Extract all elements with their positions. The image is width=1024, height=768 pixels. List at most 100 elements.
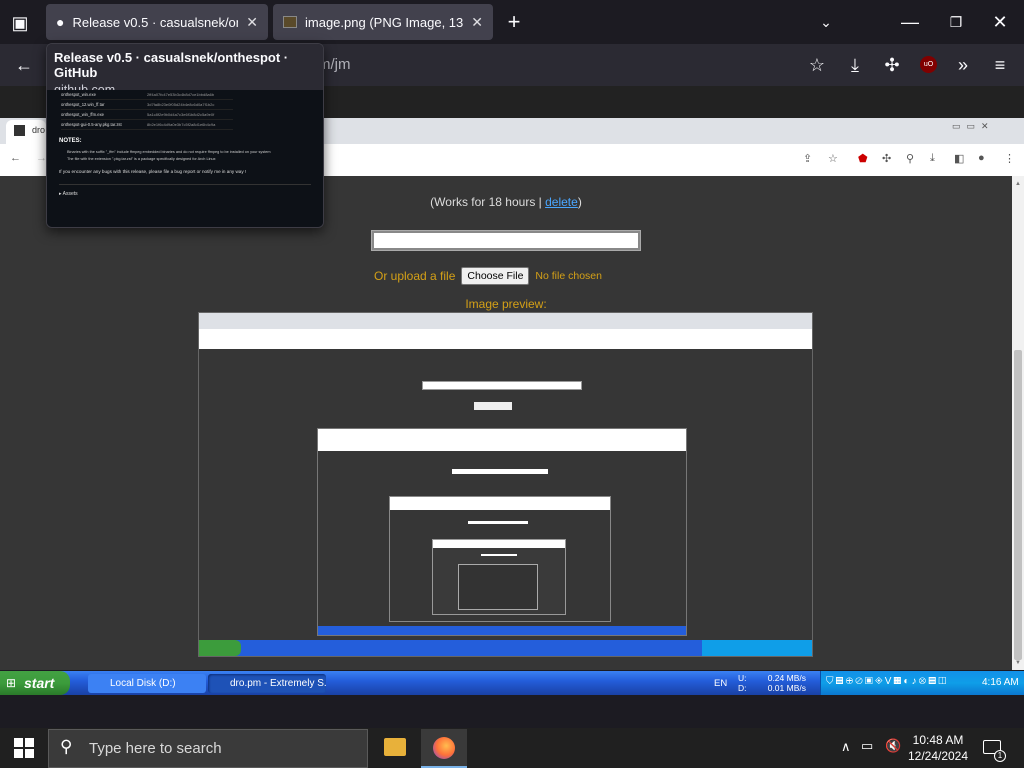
- volume-muted-icon[interactable]: 🔇: [885, 738, 901, 754]
- image-favicon-icon: [283, 16, 297, 28]
- firefox-icon: [433, 737, 455, 759]
- scroll-down-arrow-icon: ▼: [1015, 660, 1021, 666]
- preview-tabstrip: [199, 313, 812, 329]
- tab-hover-tooltip: Release v0.5 · casualsnek/onthespot · Gi…: [46, 43, 324, 228]
- url-textbox: [371, 230, 641, 251]
- assets-heading: ▸ Assets: [59, 184, 311, 197]
- file-name: onthespot_win.exe: [61, 92, 96, 97]
- windows-flag-icon: ⊞: [6, 676, 17, 690]
- windows-start-icon[interactable]: [14, 738, 34, 758]
- close-window-icon[interactable]: ✕: [988, 10, 1012, 34]
- preview-tray: [702, 640, 812, 656]
- file-hash: 2ff4a07fc47e53b3c4b8d7ce1bbd8a6b: [147, 92, 215, 97]
- new-tab-icon[interactable]: +: [502, 10, 526, 34]
- page-scroll-thumb: [1014, 350, 1022, 660]
- file-row: onthespot_win_ffm.exe 5a1c8f2e9b0d4a7c3e6…: [61, 110, 233, 120]
- xp-tray-icons: ⛉▤⊕⊘▣◈V▦◐♪⊗▤◫: [826, 676, 949, 687]
- file-name: onthespot-gui-0.5-any.pkg.tar.zst: [61, 122, 122, 127]
- close-tab-icon[interactable]: ✕: [471, 14, 483, 31]
- note-item: Binaries with the suffix "_ffm" include …: [67, 150, 271, 154]
- restore-icon[interactable]: ❐: [944, 10, 968, 34]
- image-preview-label: Image preview:: [465, 297, 547, 311]
- search-icon: ⚲: [60, 737, 73, 756]
- extensions-icon[interactable]: ✣: [880, 53, 904, 77]
- downloads-icon[interactable]: ⤓: [843, 53, 867, 77]
- up-rate: 0.24 MB/s: [767, 673, 806, 683]
- chrome-window-controls: ▭▭✕: [952, 121, 995, 131]
- preview-textbox: [468, 521, 528, 524]
- taskbar-clock[interactable]: 10:48 AM 12/24/2024: [904, 732, 972, 764]
- preview-textbox: [481, 554, 517, 556]
- chrome-share-icon: ⇪: [803, 153, 813, 165]
- tab-image-png[interactable]: image.png (PNG Image, 1366 × 768 pixels)…: [273, 4, 493, 40]
- expiry-suffix: ): [577, 195, 582, 209]
- minimize-icon[interactable]: —: [898, 10, 922, 34]
- preview-taskbar: [318, 626, 686, 635]
- choose-file-button: Choose File: [461, 267, 530, 285]
- chrome-extensions-icon: ✣: [882, 153, 892, 165]
- back-arrow-icon[interactable]: ←: [12, 53, 36, 77]
- preview-toolbar: [390, 497, 610, 510]
- assets-label: Assets: [62, 191, 78, 197]
- page-heading-partial: [450, 160, 550, 182]
- tab-overview-icon[interactable]: ▣: [8, 11, 32, 35]
- network-icon[interactable]: ▭: [861, 738, 873, 754]
- preview-textbox: [452, 469, 548, 474]
- xp-net-rates: 0.24 MB/s 0.01 MB/s: [766, 673, 806, 693]
- upload-label: Or upload a file: [374, 269, 456, 283]
- tab-list-chevron-down-icon[interactable]: ⌄: [814, 10, 838, 34]
- clock-date: 12/24/2024: [907, 749, 969, 763]
- scroll-up-arrow-icon: ▲: [1015, 181, 1021, 187]
- close-tab-icon[interactable]: ✕: [246, 14, 258, 31]
- firefox-taskbar-button[interactable]: [421, 729, 467, 768]
- file-explorer-icon[interactable]: [384, 738, 406, 756]
- preview-start-button: [199, 640, 241, 656]
- chrome-sidepanel-icon: ◧: [954, 153, 965, 165]
- taskbar-search-box[interactable]: Type here to search: [48, 729, 368, 768]
- tab-title: image.png (PNG Image, 1366 × 768 pixels): [305, 14, 464, 30]
- tooltip-preview: onthespot_win.exe 2ff4a07fc47e53b3c4b8d7c…: [47, 90, 323, 227]
- file-row: onthespot_win.exe 2ff4a07fc47e53b3c4b8d7c…: [61, 90, 233, 100]
- tooltip-header: Release v0.5 · casualsnek/onthespot · Gi…: [47, 44, 323, 97]
- file-row: onthespot_12.win_ff.tar 3d7fa8b23e0f05d24…: [61, 100, 233, 110]
- note-item: The file with the extension ".pkg.tar.zs…: [67, 157, 216, 161]
- chrome-pin-icon: ⚲: [906, 153, 915, 165]
- file-name: onthespot_win_ffm.exe: [61, 112, 104, 117]
- chrome-profile-icon: ●: [978, 152, 985, 164]
- expiry-prefix: (Works for 18 hours |: [430, 195, 546, 209]
- file-hash: 8b2e1f6c4d9a0e3b7c5f2a8d1e6b4c9a: [147, 122, 216, 127]
- down-rate: 0.01 MB/s: [767, 683, 806, 693]
- chrome-ublock-icon: ⬟: [858, 153, 868, 165]
- menu-hamburger-icon[interactable]: ≡: [988, 53, 1012, 77]
- chrome-star-icon: ☆: [828, 153, 838, 165]
- up-label: U:: [738, 673, 747, 683]
- preview-choose-button: [474, 402, 512, 410]
- chrome-download-icon: ⤓: [930, 152, 935, 164]
- preview-toolbar: [318, 429, 686, 451]
- github-icon: ●: [56, 14, 65, 30]
- chrome-tab: dro: [6, 120, 46, 144]
- file-name: onthespot_12.win_ff.tar: [61, 102, 105, 107]
- notification-count-badge: 1: [994, 750, 1006, 762]
- tooltip-title: Release v0.5 · casualsnek/onthespot · Gi…: [54, 50, 289, 80]
- tab-github-release[interactable]: ● Release v0.5 · casualsnek/onthespot ✕: [46, 4, 268, 40]
- xp-language: EN: [714, 678, 728, 689]
- ublock-origin-icon[interactable]: uO: [920, 56, 937, 73]
- upload-row: Or upload a file Choose File No file cho…: [374, 267, 602, 285]
- clock-time: 10:48 AM: [912, 733, 964, 747]
- no-file-label: No file chosen: [535, 270, 602, 282]
- tray-chevron-up-icon[interactable]: ∧: [841, 739, 851, 755]
- tab-title: Release v0.5 · casualsnek/onthespot: [72, 14, 238, 30]
- more-tools-chevron-icon[interactable]: »: [951, 53, 975, 77]
- down-label: D:: [738, 683, 747, 693]
- delete-link: delete: [545, 195, 578, 209]
- preview-textbox: [422, 381, 582, 390]
- preview-toolbar: [433, 540, 565, 548]
- chrome-menu-icon: ⋮: [1004, 153, 1015, 165]
- recursive-preview-5: [458, 564, 538, 610]
- xp-task-dro: dro.pm - Extremely S...: [208, 674, 326, 693]
- xp-clock: 4:16 AM: [982, 677, 1019, 688]
- xp-net-labels: U: D:: [738, 673, 747, 693]
- notes-heading: NOTES:: [59, 138, 82, 144]
- bookmark-star-icon[interactable]: ☆: [805, 53, 829, 77]
